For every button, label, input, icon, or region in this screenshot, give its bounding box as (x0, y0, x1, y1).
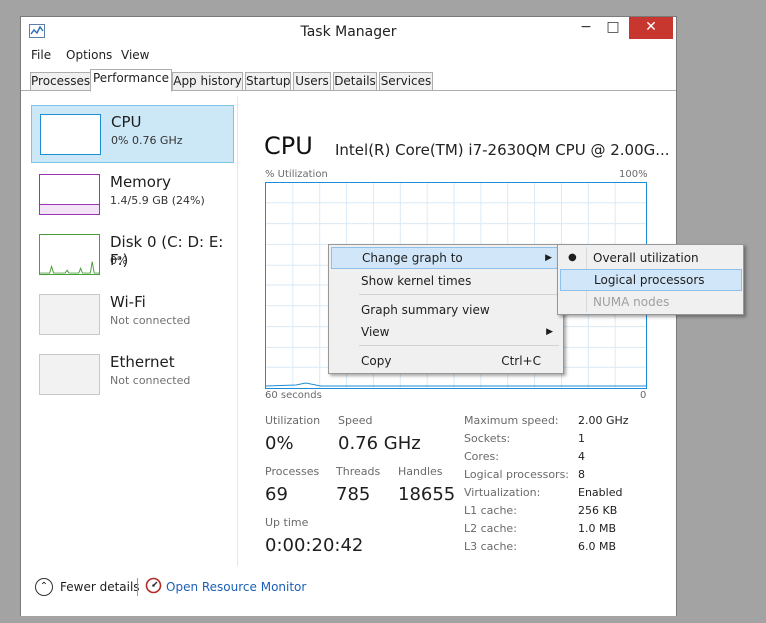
tab-users[interactable]: Users (293, 72, 331, 91)
spec-value: 4 (578, 450, 585, 463)
graph-context-menu: Change graph to ▶ Show kernel times Grap… (328, 244, 564, 374)
minimize-button[interactable]: − (573, 17, 599, 39)
footer-separator (137, 578, 138, 596)
spec-label: Sockets: (464, 432, 511, 445)
menu-separator (359, 345, 559, 346)
spec-label: Cores: (464, 450, 499, 463)
submenu-arrow-icon: ▶ (546, 327, 553, 337)
menu-item-change-graph[interactable]: Change graph to ▶ (331, 247, 561, 269)
sidebar-divider (237, 96, 238, 566)
sidebar-item-cpu[interactable]: CPU 0% 0.76 GHz (31, 105, 234, 163)
spec-value: 2.00 GHz (578, 414, 629, 427)
cpu-thumbnail (40, 114, 101, 155)
tab-bar: Processes Performance App history Startu… (21, 69, 676, 92)
sidebar-item-wifi[interactable]: Wi-Fi Not connected (31, 286, 234, 344)
tab-processes[interactable]: Processes (30, 72, 91, 91)
spec-value: Enabled (578, 486, 623, 499)
utilization-label: Utilization (265, 414, 321, 427)
speed-value: 0.76 GHz (338, 433, 421, 454)
processes-label: Processes (265, 465, 320, 478)
sidebar-item-disk[interactable]: Disk 0 (C: D: E: F:) 0% (31, 226, 234, 284)
sidebar-item-title: CPU (111, 113, 142, 131)
submenu-arrow-icon: ▶ (545, 253, 552, 263)
speed-label: Speed (338, 414, 373, 427)
spec-label: L2 cache: (464, 522, 517, 535)
sidebar-item-title: Memory (110, 173, 172, 191)
tab-services[interactable]: Services (379, 72, 433, 91)
handles-label: Handles (398, 465, 443, 478)
spec-label: Maximum speed: (464, 414, 559, 427)
maximize-button[interactable]: □ (600, 17, 626, 39)
title-bar[interactable]: Task Manager − □ ✕ (21, 17, 676, 47)
menu-view[interactable]: View (121, 48, 149, 62)
menu-item-label: Copy (361, 354, 392, 368)
sidebar-item-ethernet[interactable]: Ethernet Not connected (31, 346, 234, 404)
submenu-item-numa-nodes: NUMA nodes (593, 295, 670, 309)
menu-item-label: Overall utilization (593, 251, 699, 265)
submenu-item-overall-utilization[interactable]: ● Overall utilization (560, 247, 742, 269)
chart-y-label: % Utilization (265, 169, 328, 180)
tab-app-history[interactable]: App history (172, 72, 243, 91)
disk-thumbnail (39, 234, 100, 275)
open-resource-monitor-link[interactable]: Open Resource Monitor (166, 580, 306, 594)
tab-performance[interactable]: Performance (90, 69, 172, 92)
cpu-model-name: Intel(R) Core(TM) i7-2630QM CPU @ 2.00G.… (335, 141, 670, 159)
threads-value: 785 (336, 484, 371, 505)
sidebar-item-subtitle: Not connected (110, 374, 191, 387)
processes-value: 69 (265, 484, 288, 505)
wifi-thumbnail (39, 294, 100, 335)
uptime-value: 0:00:20:42 (265, 535, 364, 556)
fewer-details-button[interactable]: Fewer details (60, 580, 140, 594)
ethernet-thumbnail (39, 354, 100, 395)
spec-value: 1.0 MB (578, 522, 617, 535)
spec-value: 6.0 MB (578, 540, 617, 553)
sidebar-item-title: Disk 0 (C: D: E: F:) (110, 233, 224, 269)
handles-value: 18655 (398, 484, 456, 505)
submenu-item-logical-processors[interactable]: Logical processors (560, 269, 742, 291)
change-graph-submenu: ● Overall utilization Logical processors… (557, 244, 744, 315)
memory-thumbnail (39, 174, 100, 215)
menu-item-label: View (361, 325, 390, 339)
sidebar-item-subtitle: 0% (110, 254, 128, 267)
sidebar-item-subtitle: Not connected (110, 314, 191, 327)
spec-value: 256 KB (578, 504, 618, 517)
tab-startup[interactable]: Startup (245, 72, 291, 91)
spec-label: Virtualization: (464, 486, 541, 499)
selected-bullet-icon: ● (568, 252, 577, 263)
uptime-label: Up time (265, 516, 309, 529)
resource-monitor-icon[interactable] (145, 577, 162, 594)
utilization-value: 0% (265, 433, 294, 454)
spec-label: Logical processors: (464, 468, 570, 481)
tab-details[interactable]: Details (333, 72, 377, 91)
sidebar-item-title: Wi-Fi (110, 293, 146, 311)
spec-value: 8 (578, 468, 585, 481)
sidebar-item-subtitle: 1.4/5.9 GB (24%) (110, 194, 205, 207)
chart-y-max: 100% (619, 169, 648, 180)
menu-separator (359, 294, 559, 295)
menu-item-copy[interactable]: Copy Ctrl+C (331, 350, 561, 372)
menu-file[interactable]: File (31, 48, 51, 62)
sidebar-item-title: Ethernet (110, 353, 175, 371)
sidebar-item-memory[interactable]: Memory 1.4/5.9 GB (24%) (31, 166, 234, 224)
spec-label: L3 cache: (464, 540, 517, 553)
menu-item-view[interactable]: View ▶ (331, 321, 561, 343)
sidebar-item-subtitle: 0% 0.76 GHz (111, 134, 183, 147)
threads-label: Threads (336, 465, 381, 478)
menu-item-show-kernel-times[interactable]: Show kernel times (331, 270, 561, 292)
menu-item-shortcut: Ctrl+C (501, 354, 541, 368)
menu-item-label: Change graph to (362, 251, 463, 265)
spec-label: L1 cache: (464, 504, 517, 517)
close-button[interactable]: ✕ (629, 17, 673, 39)
chart-x-label: 60 seconds (265, 390, 322, 401)
chart-x-min: 0 (640, 390, 647, 401)
menu-item-graph-summary-view[interactable]: Graph summary view (331, 299, 561, 321)
page-title: CPU (264, 132, 313, 160)
menu-options[interactable]: Options (66, 48, 112, 62)
spec-value: 1 (578, 432, 585, 445)
chevron-up-icon[interactable]: ⌃ (35, 578, 53, 596)
